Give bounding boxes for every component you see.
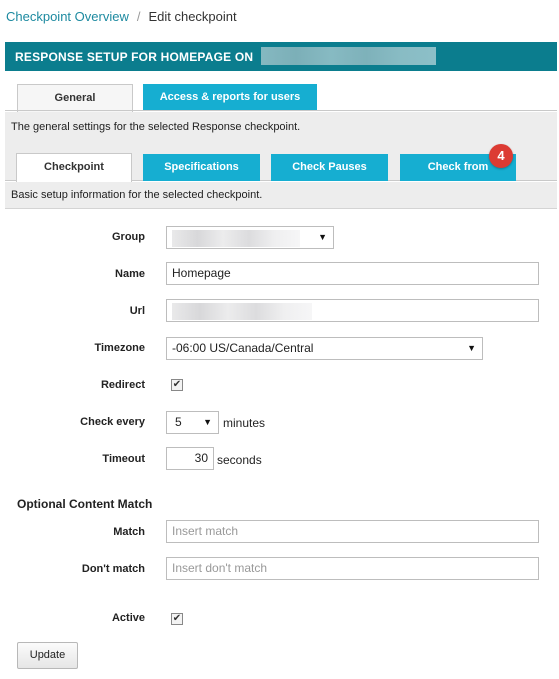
timezone-label: Timezone bbox=[94, 342, 145, 354]
redacted-url-value bbox=[172, 303, 312, 321]
sub-tab-bar: Checkpoint Specifications Check Pauses C… bbox=[5, 143, 557, 182]
optional-content-match-title: Optional Content Match bbox=[17, 497, 153, 511]
general-description: The general settings for the selected Re… bbox=[5, 112, 557, 143]
panel-header: RESPONSE SETUP FOR HOMEPAGE ON bbox=[5, 42, 557, 71]
tab-specifications[interactable]: Specifications bbox=[143, 154, 260, 181]
match-input[interactable]: Insert match bbox=[166, 520, 539, 543]
check-every-select[interactable]: 5 ▼ bbox=[166, 411, 219, 434]
redacted-group-value bbox=[172, 230, 300, 248]
redacted-site-name bbox=[260, 47, 436, 66]
check-every-unit: minutes bbox=[223, 416, 266, 430]
panel-title: RESPONSE SETUP FOR HOMEPAGE ON bbox=[15, 50, 254, 64]
dont-match-label: Don't match bbox=[81, 563, 145, 575]
check-every-value: 5 bbox=[175, 415, 182, 429]
tab-access-reports[interactable]: Access & reports for users bbox=[143, 84, 317, 111]
url-input[interactable] bbox=[166, 299, 539, 322]
breadcrumb: Checkpoint Overview / Edit checkpoint bbox=[6, 9, 237, 24]
group-select[interactable]: ▼ bbox=[166, 226, 334, 249]
active-label: Active bbox=[111, 612, 145, 624]
breadcrumb-separator: / bbox=[136, 9, 141, 24]
checkpoint-description: Basic setup information for the selected… bbox=[5, 182, 557, 209]
breadcrumb-link-checkpoint-overview[interactable]: Checkpoint Overview bbox=[6, 9, 129, 24]
dropdown-arrow-icon: ▼ bbox=[318, 232, 327, 242]
update-button[interactable]: Update bbox=[17, 642, 78, 669]
top-tab-bar: General Access & reports for users bbox=[5, 76, 557, 113]
notification-badge: 4 bbox=[489, 144, 513, 168]
group-label: Group bbox=[112, 231, 145, 243]
timeout-unit: seconds bbox=[217, 453, 262, 467]
match-label: Match bbox=[113, 526, 145, 538]
dont-match-input[interactable]: Insert don't match bbox=[166, 557, 539, 580]
timezone-value: -06:00 US/Canada/Central bbox=[172, 341, 314, 355]
tab-general[interactable]: General bbox=[17, 84, 133, 113]
url-label: Url bbox=[129, 305, 145, 317]
active-checkbox[interactable]: ✔ bbox=[171, 613, 183, 625]
timeout-label: Timeout bbox=[102, 453, 145, 465]
dropdown-arrow-icon: ▼ bbox=[467, 343, 476, 353]
tab-checkpoint[interactable]: Checkpoint bbox=[16, 153, 132, 182]
name-input[interactable]: Homepage bbox=[166, 262, 539, 285]
check-every-label: Check every bbox=[80, 416, 145, 428]
timezone-select[interactable]: -06:00 US/Canada/Central ▼ bbox=[166, 337, 483, 360]
timeout-input[interactable]: 30 bbox=[166, 447, 214, 470]
redirect-checkbox[interactable]: ✔ bbox=[171, 379, 183, 391]
breadcrumb-current: Edit checkpoint bbox=[148, 9, 237, 24]
tab-check-pauses[interactable]: Check Pauses bbox=[271, 154, 388, 181]
redirect-label: Redirect bbox=[100, 379, 145, 391]
dropdown-arrow-icon: ▼ bbox=[203, 417, 212, 427]
name-label: Name bbox=[115, 268, 145, 280]
